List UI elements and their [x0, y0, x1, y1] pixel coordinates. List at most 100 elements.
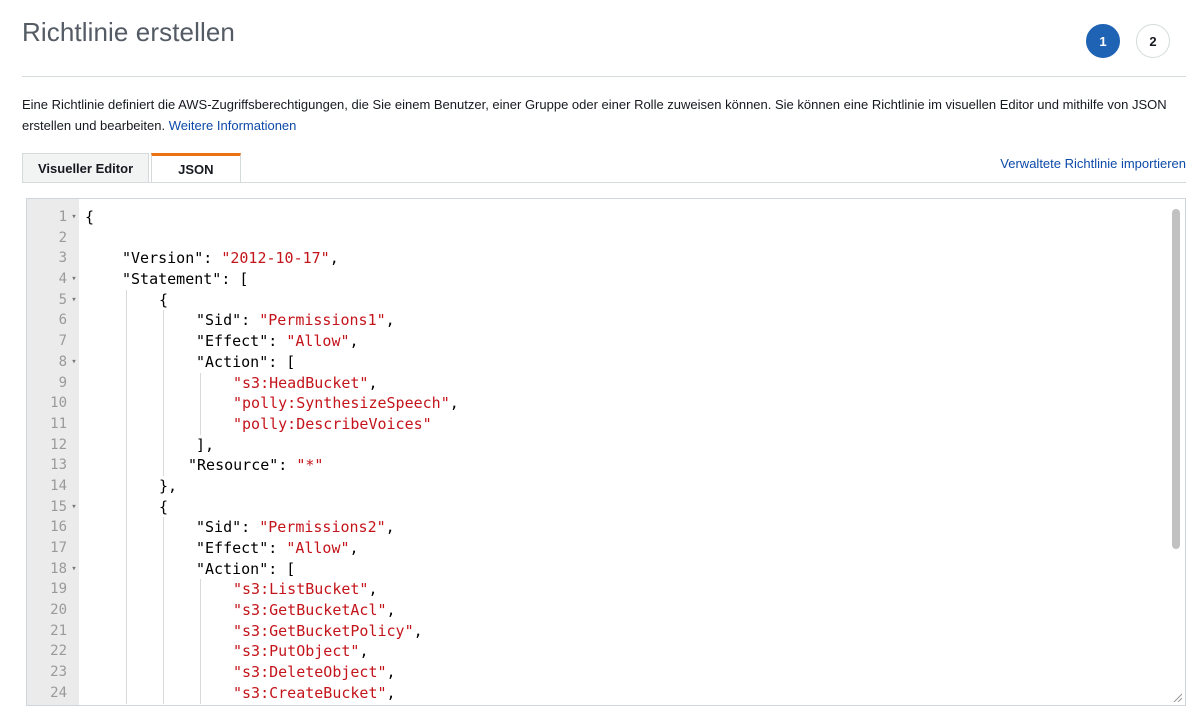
indent-guide [126, 682, 127, 704]
code-line: 10 "polly:SynthesizeSpeech", [27, 393, 1157, 414]
line-number: 23 [50, 664, 67, 681]
fold-arrow-icon[interactable]: ▾ [69, 269, 79, 290]
indent-guide [126, 558, 127, 580]
code-text: "Action": [ [196, 559, 295, 580]
learn-more-link[interactable]: Weitere Informationen [169, 118, 297, 133]
editor-scrollbar[interactable] [1172, 209, 1180, 549]
code-text: { [159, 497, 168, 518]
step-1-indicator[interactable]: 1 [1086, 24, 1120, 58]
indent-guide [126, 331, 127, 352]
string-literal: "s3:GetBucketAcl" [233, 601, 387, 620]
code-token: "Effect": [196, 332, 287, 351]
indent-guide [163, 455, 164, 476]
code-line: 7 "Effect": "Allow", [27, 331, 1157, 352]
line-number: 10 [50, 395, 67, 412]
code-text: "Statement": [ [122, 269, 248, 290]
indent-guide [163, 538, 164, 559]
code-punctuation: , [368, 373, 378, 392]
code-line: 3 "Version": "2012-10-17", [27, 248, 1157, 269]
code-line: 5 ▾ { [27, 289, 1157, 311]
step-2-indicator[interactable]: 2 [1136, 24, 1170, 58]
line-number: 14 [50, 477, 67, 494]
line-number: 5 [58, 291, 67, 308]
string-literal: "s3:ListBucket" [233, 580, 369, 599]
code-token: { [85, 208, 95, 226]
code-punctuation: , [385, 518, 395, 537]
code-line: 21 "s3:GetBucketPolicy", [27, 620, 1157, 642]
indent-guide [163, 331, 164, 352]
indent-guide [126, 372, 127, 394]
code-area[interactable]: 1 ▾{2 3 "Version": "2012-10-17", 4 ▾ "Statemen… [27, 207, 1157, 704]
line-number: 19 [50, 581, 67, 598]
code-line: 18 ▾ "Action": [ [27, 558, 1157, 580]
string-literal: "s3:DeleteObject" [233, 663, 387, 682]
code-token: { [159, 497, 169, 516]
line-number: 18 [50, 560, 67, 577]
resize-grip-icon[interactable] [1172, 692, 1182, 702]
indent-guide [163, 372, 164, 394]
line-number: 22 [50, 643, 67, 660]
code-line: 13 "Resource": "*" [27, 455, 1157, 476]
code-punctuation: , [386, 601, 396, 620]
json-code-editor[interactable]: 1 ▾{2 3 "Version": "2012-10-17", 4 ▾ "Statemen… [26, 198, 1186, 706]
string-literal: "Permissions1" [259, 311, 386, 330]
indent-guide [200, 641, 201, 663]
code-line: 12], [27, 434, 1157, 456]
line-number: 8 [58, 353, 67, 370]
indent-guide [200, 372, 201, 394]
indent-guide [126, 579, 127, 601]
fold-arrow-icon[interactable]: ▾ [69, 290, 79, 311]
fold-arrow-icon[interactable]: ▾ [69, 352, 79, 373]
indent-guide [200, 682, 201, 704]
code-line: 15 ▾ { [27, 496, 1157, 518]
code-line: 17 "Effect": "Allow", [27, 538, 1157, 559]
page-description: Eine Richtlinie definiert die AWS-Zugrif… [22, 94, 1188, 136]
tab-json[interactable]: JSON [151, 153, 241, 183]
string-literal: "Permissions2" [259, 518, 386, 537]
code-line: 4 ▾ "Statement": [ [27, 269, 1157, 290]
indent-guide [163, 579, 164, 601]
code-line: 2 [27, 228, 1157, 249]
string-literal: "Allow" [286, 539, 350, 557]
code-line: 16 "Sid": "Permissions2", [27, 517, 1157, 538]
code-line: 19 "s3:ListBucket", [27, 579, 1157, 601]
code-token: "Sid": [196, 518, 260, 537]
indent-guide [126, 620, 127, 642]
indent-guide [126, 393, 127, 414]
indent-guide [126, 434, 127, 456]
indent-guide [163, 310, 164, 332]
fold-arrow-icon[interactable]: ▾ [69, 497, 79, 518]
tabs-divider [22, 182, 1186, 183]
code-line: 11 "polly:DescribeVoices" [27, 413, 1157, 435]
indent-guide [163, 351, 164, 373]
code-token: "Sid": [196, 311, 260, 330]
code-text: { [85, 207, 94, 228]
indent-guide [126, 289, 127, 311]
line-number: 2 [58, 229, 67, 246]
code-text: "polly:SynthesizeSpeech", [233, 393, 459, 414]
line-number: 24 [50, 684, 67, 701]
indent-guide [126, 662, 127, 683]
code-punctuation: , [368, 580, 378, 599]
code-line: 23 "s3:DeleteObject", [27, 662, 1157, 683]
code-text: "s3:PutObject", [233, 641, 368, 662]
line-number: 4 [58, 271, 67, 288]
indent-guide [126, 641, 127, 663]
code-line: 22 "s3:PutObject", [27, 641, 1157, 663]
code-punctuation: , [359, 642, 369, 661]
indent-guide [163, 620, 164, 642]
line-number: 9 [58, 374, 67, 391]
tab-visual-editor[interactable]: Visueller Editor [22, 153, 150, 183]
line-number: 15 [50, 498, 67, 515]
indent-guide [163, 558, 164, 580]
code-text: "Resource": "*" [188, 455, 323, 476]
string-literal: "s3:GetBucketPolicy" [233, 621, 414, 640]
line-number: 20 [50, 602, 67, 619]
indent-guide [126, 413, 127, 435]
fold-arrow-icon[interactable]: ▾ [69, 207, 79, 228]
code-line: 8 ▾ "Action": [ [27, 351, 1157, 373]
indent-guide [126, 600, 127, 621]
fold-arrow-icon[interactable]: ▾ [69, 559, 79, 580]
code-line: 14}, [27, 475, 1157, 497]
import-managed-policy-link[interactable]: Verwaltete Richtlinie importieren [1000, 156, 1186, 171]
